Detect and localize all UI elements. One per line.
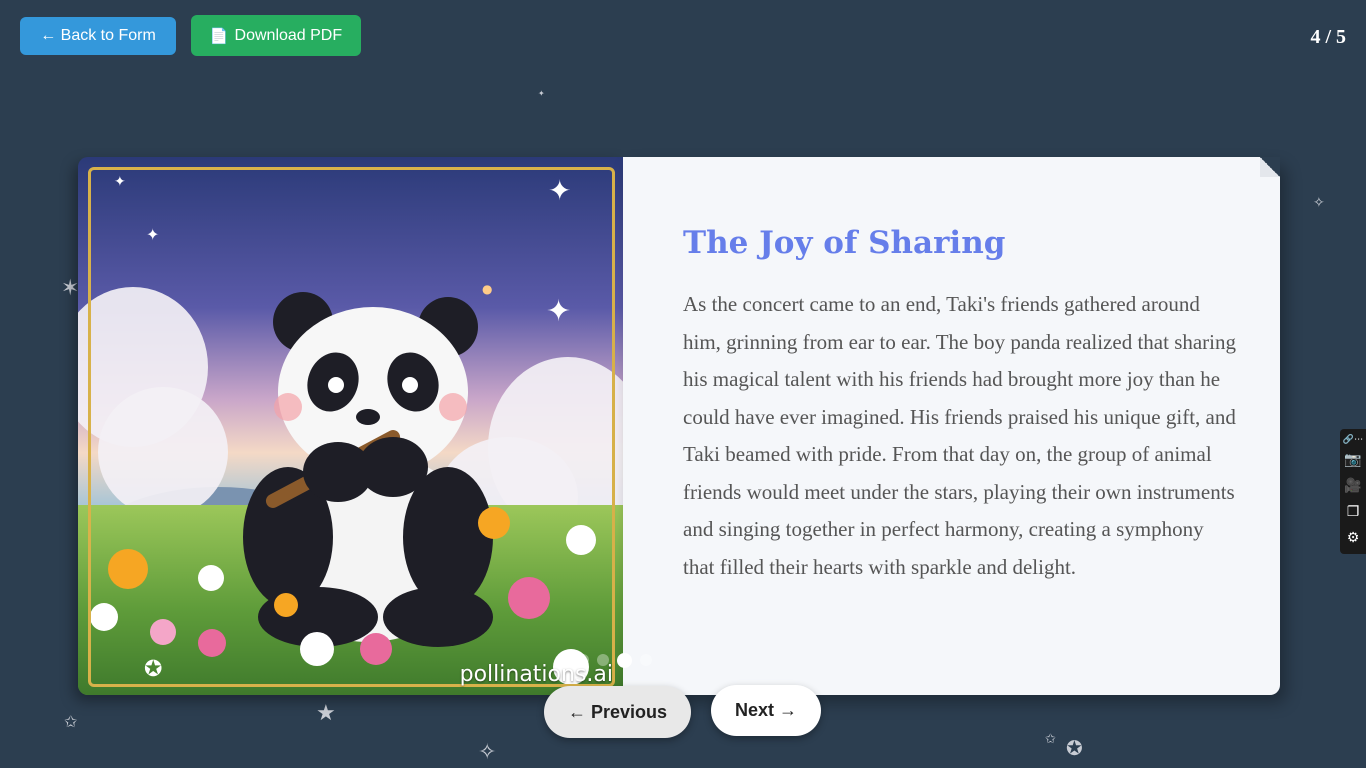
page-dot[interactable] xyxy=(617,653,632,668)
download-pdf-button[interactable]: 📄 Download PDF xyxy=(191,15,361,56)
star-icon: ✦ xyxy=(538,89,545,98)
star-icon: ✧ xyxy=(1313,195,1325,211)
window-icon[interactable]: ❐ xyxy=(1342,499,1364,525)
back-to-form-button[interactable]: ← Back to Form xyxy=(20,17,176,55)
page-title: The Joy of Sharing xyxy=(683,225,1006,261)
text-page: The Joy of Sharing As the concert came t… xyxy=(623,157,1280,695)
star-icon: ✧ xyxy=(478,740,497,765)
storybook: ✦ ✦ ✦ ✦ ● ✪ pollinations.ai The Joy of S… xyxy=(78,157,1280,695)
page-counter: 4 / 5 xyxy=(1310,26,1346,48)
illustration-page: ✦ ✦ ✦ ✦ ● ✪ pollinations.ai xyxy=(78,157,623,695)
download-pdf-label: Download PDF xyxy=(234,26,343,44)
star-icon: ★ xyxy=(316,701,336,726)
illustration-frame xyxy=(88,167,615,687)
star-icon: ✩ xyxy=(1045,732,1056,747)
star-icon: ✪ xyxy=(1066,736,1083,760)
gear-icon[interactable]: ⚙ xyxy=(1342,525,1364,551)
page-indicator xyxy=(557,653,652,668)
camera-icon[interactable]: 📷 xyxy=(1342,447,1364,473)
story-paragraph: As the concert came to an end, Taki's fr… xyxy=(683,292,1237,579)
page-dot[interactable] xyxy=(640,654,652,666)
link-icon[interactable]: 🔗⋯ xyxy=(1342,433,1364,447)
page-dot[interactable] xyxy=(557,654,569,666)
next-button[interactable]: Next → xyxy=(711,685,821,736)
screen-capture-toolbar: 🔗⋯ 📷 🎥 ❐ ⚙ xyxy=(1340,429,1366,554)
document-icon: 📄 xyxy=(209,27,229,45)
page-dot[interactable] xyxy=(577,654,589,666)
page-corner-fold xyxy=(1260,157,1280,177)
video-icon[interactable]: 🎥 xyxy=(1342,473,1364,499)
star-icon: ✪ xyxy=(144,657,163,682)
previous-button[interactable]: ← Previous xyxy=(544,686,691,738)
star-icon: ✩ xyxy=(64,712,78,731)
star-icon: ✶ xyxy=(61,276,80,301)
page-dot[interactable] xyxy=(597,654,609,666)
